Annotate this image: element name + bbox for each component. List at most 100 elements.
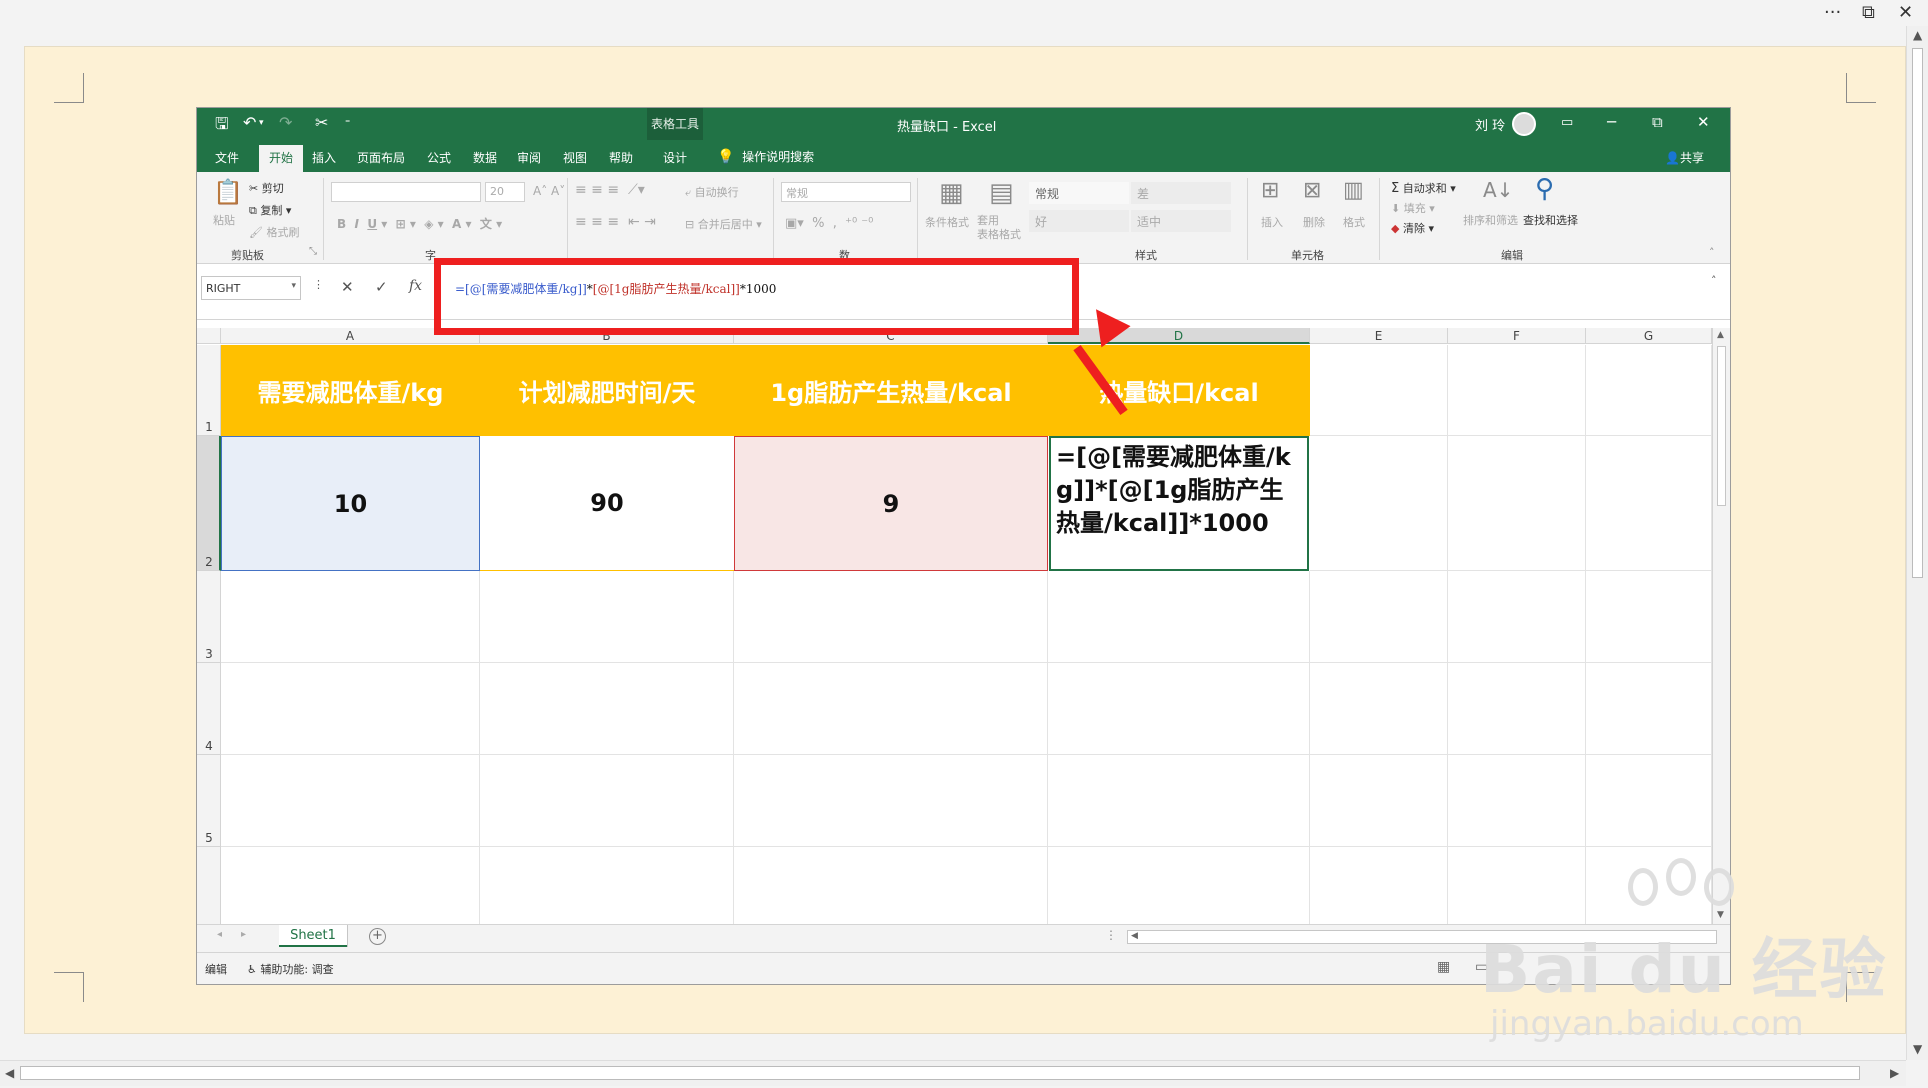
cell[interactable] bbox=[1310, 755, 1448, 847]
scroll-up-icon[interactable]: ▲ bbox=[1717, 330, 1724, 340]
cell-a2[interactable]: 10 bbox=[221, 436, 480, 571]
cell[interactable] bbox=[480, 755, 734, 847]
cell[interactable] bbox=[1448, 345, 1586, 436]
cell[interactable] bbox=[1586, 755, 1712, 847]
row-header-2[interactable]: 2 bbox=[197, 436, 221, 571]
undo-icon[interactable]: ↶ bbox=[243, 113, 256, 132]
delete-cells-icon[interactable]: ⊠ bbox=[1303, 178, 1321, 203]
tab-home[interactable]: 开始 bbox=[259, 145, 304, 172]
accessibility-status[interactable]: ♿ 辅助功能: 调查 bbox=[247, 961, 334, 977]
font-name-select[interactable] bbox=[331, 182, 481, 202]
more-options-icon[interactable]: ⋮ bbox=[313, 278, 324, 291]
cell[interactable] bbox=[734, 755, 1048, 847]
cell[interactable] bbox=[480, 847, 734, 924]
cell[interactable] bbox=[1048, 663, 1310, 755]
dialog-launcher-icon[interactable]: ⤡ bbox=[309, 246, 317, 257]
undo-dropdown-icon[interactable]: ▾ bbox=[259, 118, 264, 128]
save-icon[interactable]: 🖫 bbox=[215, 113, 229, 140]
cut-button[interactable]: ✂ 剪切 bbox=[249, 180, 284, 196]
search-icon[interactable]: ⚲ bbox=[1535, 174, 1554, 204]
align-icons[interactable]: ≡ ≡ ≡ ⇤ ⇥ bbox=[575, 214, 656, 230]
wrap-text-button[interactable]: ⤶ 自动换行 bbox=[685, 184, 739, 200]
redo-icon[interactable]: ↷ bbox=[279, 113, 292, 132]
column-header-e[interactable]: E bbox=[1310, 328, 1448, 344]
autosum-button[interactable]: Σ 自动求和 ▾ bbox=[1391, 180, 1456, 196]
close-button[interactable]: ✕ bbox=[1697, 113, 1710, 131]
tab-review[interactable]: 审阅 bbox=[517, 149, 541, 166]
cell[interactable] bbox=[1586, 571, 1712, 663]
cell[interactable] bbox=[1310, 436, 1448, 571]
grow-font-icon[interactable]: A˄ A˅ bbox=[533, 184, 565, 198]
column-header-d[interactable]: D bbox=[1048, 328, 1310, 344]
sheet-nav-next-icon[interactable]: ▸ bbox=[241, 929, 246, 940]
cut-icon[interactable]: ✂ bbox=[315, 113, 328, 132]
column-header-f[interactable]: F bbox=[1448, 328, 1586, 344]
cell[interactable] bbox=[1048, 847, 1310, 924]
sheet-tab-sheet1[interactable]: Sheet1 bbox=[279, 925, 347, 947]
tab-view[interactable]: 视图 bbox=[563, 149, 587, 166]
viewer-vertical-scrollbar[interactable]: ▲ ▼ bbox=[1906, 26, 1928, 1060]
table-header-days[interactable]: 计划减肥时间/天 bbox=[480, 345, 734, 436]
cell[interactable] bbox=[1310, 847, 1448, 924]
cell[interactable] bbox=[1048, 755, 1310, 847]
viewer-horizontal-scrollbar[interactable]: ◀ ▶ bbox=[0, 1060, 1906, 1086]
cell[interactable] bbox=[221, 755, 480, 847]
font-size-select[interactable]: 20 bbox=[485, 182, 525, 202]
scroll-down-icon[interactable]: ▼ bbox=[1913, 1042, 1922, 1056]
align-top-icons[interactable]: ≡ ≡ ≡ ⟋▾ bbox=[575, 182, 645, 198]
cancel-icon[interactable]: ✕ bbox=[341, 278, 354, 296]
table-header-heat[interactable]: 1g脂肪产生热量/kcal bbox=[734, 345, 1048, 436]
cell[interactable] bbox=[1310, 663, 1448, 755]
sheet-nav-prev-icon[interactable]: ◂ bbox=[217, 929, 222, 940]
scroll-thumb[interactable] bbox=[20, 1066, 1860, 1080]
format-cells-icon[interactable]: ▥ bbox=[1343, 178, 1364, 203]
cell[interactable] bbox=[221, 663, 480, 755]
scroll-left-icon[interactable]: ◀ bbox=[5, 1066, 14, 1080]
format-as-table-label[interactable]: 套用 表格格式 bbox=[977, 214, 1021, 242]
cell[interactable] bbox=[221, 847, 480, 924]
restore-button[interactable]: ⧉ bbox=[1652, 113, 1663, 131]
tab-help[interactable]: 帮助 bbox=[609, 149, 633, 166]
tab-data[interactable]: 数据 bbox=[473, 149, 497, 166]
scroll-thumb[interactable] bbox=[1717, 346, 1726, 506]
cell[interactable] bbox=[1448, 663, 1586, 755]
column-header-g[interactable]: G bbox=[1586, 328, 1712, 344]
copy-button[interactable]: ⧉ 复制 ▾ bbox=[249, 202, 291, 218]
style-good[interactable]: 好 bbox=[1029, 210, 1129, 232]
format-as-table-icon[interactable]: ▤ bbox=[989, 178, 1014, 208]
cell-c2[interactable]: 9 bbox=[734, 436, 1048, 571]
row-header-6[interactable] bbox=[197, 847, 221, 924]
cell-b2[interactable]: 90 bbox=[480, 436, 734, 571]
cell[interactable] bbox=[1448, 847, 1586, 924]
customize-quick-access-icon[interactable]: ⁼ bbox=[345, 118, 350, 129]
number-format-icons[interactable]: ▣▾ % , ⁺⁰ ⁻⁰ bbox=[785, 216, 873, 231]
collapse-ribbon-icon[interactable]: ˄ bbox=[1709, 246, 1715, 259]
tell-me-search[interactable]: 💡 操作说明搜索 bbox=[717, 148, 814, 165]
scroll-thumb[interactable] bbox=[1912, 48, 1923, 578]
row-header-4[interactable]: 4 bbox=[197, 663, 221, 755]
merge-center-button[interactable]: ⊟ 合并后居中 ▾ bbox=[685, 216, 762, 232]
font-style-buttons[interactable]: B I U ▾ ⊞ ▾ ◈ ▾ A ▾ 文 ▾ bbox=[337, 215, 502, 232]
restore-icon[interactable]: ⧉ bbox=[1862, 2, 1875, 23]
cell[interactable] bbox=[1448, 436, 1586, 571]
row-header-5[interactable]: 5 bbox=[197, 755, 221, 847]
more-icon[interactable]: ··· bbox=[1824, 2, 1841, 23]
cell[interactable] bbox=[1310, 345, 1448, 436]
cell[interactable] bbox=[734, 847, 1048, 924]
tab-formulas[interactable]: 公式 bbox=[427, 149, 451, 166]
row-header-1[interactable]: 1 bbox=[197, 345, 221, 436]
cell[interactable] bbox=[480, 663, 734, 755]
scroll-right-icon[interactable]: ▶ bbox=[1890, 1066, 1899, 1080]
find-select-label[interactable]: 查找和选择 bbox=[1523, 212, 1578, 228]
fill-button[interactable]: ⬇ 填充 ▾ bbox=[1391, 200, 1435, 216]
tab-insert[interactable]: 插入 bbox=[312, 149, 336, 166]
scroll-up-icon[interactable]: ▲ bbox=[1913, 28, 1922, 42]
close-icon[interactable]: ✕ bbox=[1898, 2, 1913, 23]
cell[interactable] bbox=[480, 571, 734, 663]
cell[interactable] bbox=[1586, 345, 1712, 436]
table-header-weight[interactable]: 需要减肥体重/kg bbox=[221, 345, 480, 436]
tab-page-layout[interactable]: 页面布局 bbox=[357, 149, 405, 166]
ribbon-display-icon[interactable]: ▭ bbox=[1561, 115, 1573, 130]
clear-button[interactable]: ◆ 清除 ▾ bbox=[1391, 220, 1434, 236]
avatar[interactable] bbox=[1512, 112, 1536, 136]
